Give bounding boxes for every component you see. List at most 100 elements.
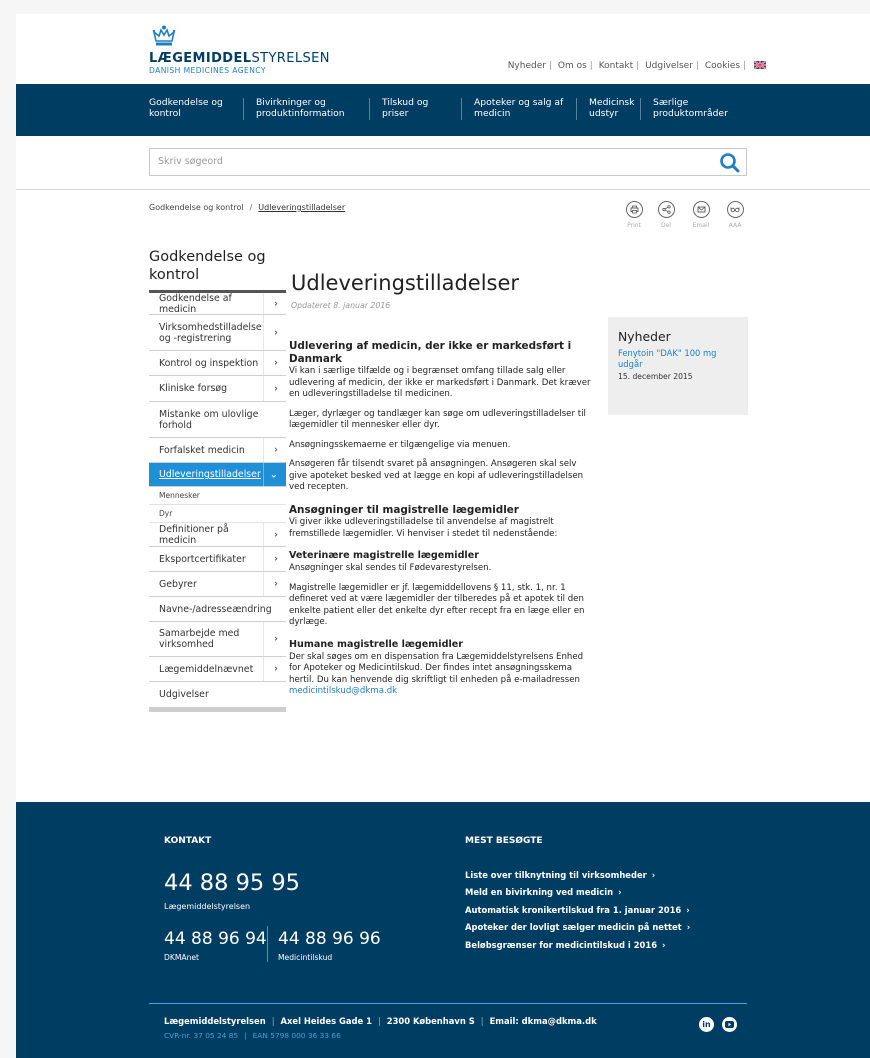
sidebar-subitem-mennesker[interactable]: Mennesker bbox=[149, 487, 286, 505]
text-size-tool[interactable]: AAA bbox=[721, 201, 749, 229]
footer-link[interactable]: Apoteker der lovligt sælger medicin på n… bbox=[465, 922, 690, 939]
article-paragraph: Vi giver ikke udleveringstilladelse til … bbox=[289, 517, 558, 539]
footer-main-phone[interactable]: 44 88 95 95 bbox=[164, 870, 300, 896]
glasses-icon bbox=[730, 207, 740, 213]
article-heading-2: Ansøgninger til magistrelle lægemidler bbox=[289, 503, 519, 516]
nav-item-godkendelse[interactable]: Godkendelse og kontrol bbox=[149, 97, 239, 119]
chevron-right-icon: › bbox=[274, 357, 278, 369]
email-link[interactable]: medicintilskud@dkma.dk bbox=[289, 686, 397, 696]
youtube-icon[interactable] bbox=[722, 1017, 737, 1032]
chevron-right-icon: › bbox=[618, 887, 622, 898]
chevron-right-icon: › bbox=[274, 578, 278, 590]
chevron-right-icon: › bbox=[686, 904, 690, 915]
article-body: Udlevering af medicin, der ikke er marke… bbox=[289, 340, 594, 706]
footer-link[interactable]: Beløbsgrænser for medicintilskud i 2016 › bbox=[465, 940, 690, 957]
email-icon bbox=[697, 206, 705, 213]
search-bar: Skriv søgeord bbox=[16, 136, 870, 190]
article-paragraph: Der skal søges om en dispensation fra Læ… bbox=[289, 651, 584, 697]
chevron-right-icon: › bbox=[651, 870, 656, 880]
chevron-right-icon: › bbox=[686, 922, 691, 933]
sidebar-title: Godkendelse og kontrol bbox=[149, 249, 266, 283]
footer-phone-dkmanet[interactable]: 44 88 96 94 bbox=[164, 929, 267, 949]
article-subheading-veterinaere: Veterinære magistrelle lægemidler bbox=[289, 550, 479, 561]
footer-link[interactable]: Automatisk kronikertilskud fra 1. januar… bbox=[465, 905, 690, 922]
footer-contact-heading: KONTAKT bbox=[164, 836, 212, 846]
breadcrumb-current[interactable]: Udleveringstilladelser bbox=[258, 203, 345, 212]
sidebar-subitem-dyr[interactable]: Dyr bbox=[149, 505, 286, 523]
utility-link-udgivelser[interactable]: Udgivelser bbox=[645, 61, 693, 71]
page: LÆGEMIDDELSTYRELSEN DANISH MEDICINES AGE… bbox=[16, 14, 870, 1058]
utility-link-kontakt[interactable]: Kontakt bbox=[599, 61, 633, 71]
search-icon[interactable] bbox=[719, 152, 741, 174]
print-tool[interactable]: Print bbox=[620, 201, 648, 229]
sidebar-item-godkendelse-af-medicin[interactable]: Godkendelse af medicin › bbox=[149, 293, 286, 315]
footer-main-phone-label: Lægemiddelstyrelsen bbox=[164, 902, 251, 911]
sidebar-item-forfalsket-medicin[interactable]: Forfalsket medicin › bbox=[149, 438, 286, 463]
sidebar-item-gebyrer[interactable]: Gebyrer › bbox=[149, 572, 286, 597]
chevron-right-icon: › bbox=[274, 444, 278, 456]
nav-item-tilskud[interactable]: Tilskud og priser bbox=[382, 97, 452, 119]
news-heading: Nyheder bbox=[618, 329, 671, 344]
sidebar-item-udleveringstilladelser[interactable]: Udleveringstilladelser ⌄ bbox=[149, 463, 286, 487]
chevron-right-icon: › bbox=[662, 939, 666, 950]
chevron-right-icon: › bbox=[274, 327, 278, 338]
article-paragraph: Læger, dyrlæger og tandlæger kan søge om… bbox=[289, 408, 586, 431]
play-icon bbox=[725, 1021, 734, 1028]
footer-phone-medicintilskud[interactable]: 44 88 96 96 bbox=[278, 929, 381, 949]
article-paragraph: Vi kan i særlige tilfælde og i begrænset… bbox=[289, 366, 591, 399]
chevron-right-icon: › bbox=[274, 633, 278, 645]
chevron-down-icon: ⌄ bbox=[269, 469, 278, 480]
logo-subtitle: DANISH MEDICINES AGENCY bbox=[149, 66, 266, 75]
nav-item-apoteker[interactable]: Apoteker og salg af medicin bbox=[474, 97, 574, 119]
breadcrumb-separator: / bbox=[249, 203, 253, 212]
footer-popular-links: Liste over tilknytning til virksomheder ›… bbox=[465, 870, 690, 957]
share-icon bbox=[661, 205, 671, 214]
email-tool[interactable]: Email bbox=[687, 201, 715, 229]
site-header: LÆGEMIDDELSTYRELSEN DANISH MEDICINES AGE… bbox=[16, 14, 870, 84]
breadcrumb-parent[interactable]: Godkendelse og kontrol bbox=[149, 203, 244, 212]
site-logo[interactable]: LÆGEMIDDELSTYRELSEN DANISH MEDICINES AGE… bbox=[149, 24, 330, 75]
footer-link[interactable]: Meld en bivirkning ved medicin › bbox=[465, 887, 690, 904]
footer-address: Lægemiddelstyrelsen | Axel Heides Gade 1 | 2… bbox=[164, 1016, 597, 1026]
crown-icon bbox=[152, 25, 176, 46]
sidebar-item-kontrol-og-inspektion[interactable]: Kontrol og inspektion › bbox=[149, 351, 286, 376]
sidebar-item-kliniske-forsoeg[interactable]: Kliniske forsøg › bbox=[149, 376, 286, 402]
article-paragraph: Magistrelle lægemidler er jf. lægemiddel… bbox=[289, 582, 585, 628]
footer-phone-medicintilskud-label: Medicintilskud bbox=[278, 953, 333, 962]
uk-flag-icon[interactable] bbox=[754, 61, 766, 69]
footer-link[interactable]: Liste over tilknytning til virksomheder › bbox=[465, 870, 690, 887]
search-input[interactable]: Skriv søgeord bbox=[149, 148, 747, 176]
sidebar-item-udgivelser[interactable]: Udgivelser bbox=[149, 682, 286, 707]
sidebar-item-definitioner[interactable]: Definitioner på medicin › bbox=[149, 523, 286, 547]
nav-item-bivirkninger[interactable]: Bivirkninger og produktinformation bbox=[256, 97, 366, 119]
chevron-right-icon: › bbox=[274, 529, 278, 540]
utility-link-nyheder[interactable]: Nyheder bbox=[508, 61, 546, 71]
article-paragraph: Ansøgningsskemaerne er tilgængelige via … bbox=[289, 439, 511, 450]
updated-date: Opdateret 8. januar 2016 bbox=[291, 301, 391, 310]
article-paragraph: Ansøgeren får tilsendt svaret på ansøgni… bbox=[289, 459, 584, 492]
news-link[interactable]: Fenytoin "DAK" 100 mg udgår bbox=[618, 348, 728, 369]
sidebar-item-samarbejde[interactable]: Samarbejde med virksomhed › bbox=[149, 622, 286, 657]
share-tool[interactable]: Del bbox=[652, 201, 680, 229]
sidebar-item-mistanke[interactable]: Mistanke om ulovlige forhold bbox=[149, 402, 286, 438]
sidebar-item-laegemiddelnaevnet[interactable]: Lægemiddelnævnet › bbox=[149, 657, 286, 682]
breadcrumb: Godkendelse og kontrol / Udleveringstillad… bbox=[149, 203, 345, 212]
footer-phone-divider bbox=[267, 926, 268, 962]
news-date: 15. december 2015 bbox=[618, 372, 693, 381]
footer-phone-dkmanet-label: DKMAnet bbox=[164, 953, 200, 962]
page-title: Udleveringstilladelser bbox=[291, 271, 520, 295]
utility-nav: Nyheder | Om os | Kontakt | Udgivelser | Coo… bbox=[508, 61, 766, 71]
linkedin-icon[interactable]: in bbox=[699, 1017, 714, 1032]
footer-popular-heading: MEST BESØGTE bbox=[465, 836, 543, 846]
site-footer: KONTAKT 44 88 95 95 Lægemiddelstyrelsen … bbox=[16, 802, 870, 1058]
utility-link-cookies[interactable]: Cookies bbox=[705, 61, 740, 71]
sidebar-item-virksomhedstilladelse[interactable]: Virksomhedstilladelse og -registrering › bbox=[149, 315, 286, 351]
footer-ids: CVR-nr. 37 05 24 85 | EAN 5798 000 36 33 6… bbox=[164, 1031, 341, 1040]
sidebar-item-navne-adresseaendring[interactable]: Navne-/adresseændring bbox=[149, 597, 286, 622]
sidebar-item-eksportcertifikater[interactable]: Eksportcertifikater › bbox=[149, 547, 286, 572]
main-nav: Godkendelse og kontrol Bivirkninger og p… bbox=[16, 84, 870, 136]
utility-link-om-os[interactable]: Om os bbox=[558, 61, 587, 71]
chevron-right-icon: › bbox=[274, 553, 278, 565]
nav-item-saerlige[interactable]: Særlige produktområder bbox=[653, 97, 748, 119]
footer-email[interactable]: Email: dkma@dkma.dk bbox=[490, 1016, 597, 1026]
